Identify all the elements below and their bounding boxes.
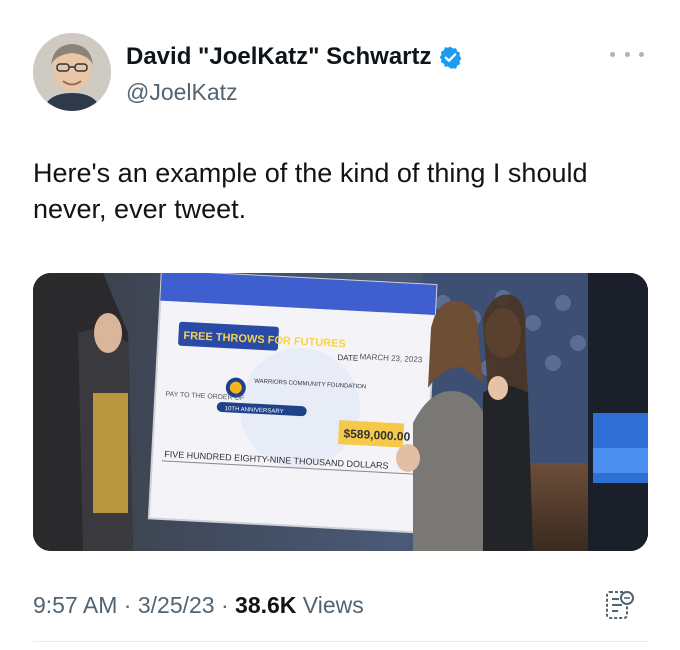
tweet-date[interactable]: 3/25/23: [138, 592, 215, 618]
verified-badge-icon: [438, 45, 463, 70]
more-dot: [610, 51, 615, 57]
meta-separator: ·: [117, 592, 138, 618]
check-date-label: DATE: [337, 353, 358, 363]
views-label: Views: [296, 592, 364, 618]
avatar-image: [33, 33, 111, 111]
tweet-text: Here's an example of the kind of thing I…: [33, 158, 588, 224]
meta-separator: ·: [214, 592, 236, 618]
tweet-media-photo[interactable]: FREE THROWS FOR FUTURES DATE MARCH 23, 2…: [33, 273, 648, 551]
more-dot: [639, 51, 644, 57]
divider: [33, 641, 648, 642]
check-presentation-photo: FREE THROWS FOR FUTURES DATE MARCH 23, 2…: [33, 273, 648, 551]
tweet-meta: 9:57 AM · 3/25/23 · 38.6K Views: [33, 592, 364, 619]
grok-icon[interactable]: [605, 589, 635, 621]
more-dot: [624, 51, 630, 57]
author-display-name[interactable]: David "JoelKatz" Schwartz: [126, 43, 432, 71]
avatar[interactable]: [33, 33, 111, 111]
tweet-time[interactable]: 9:57 AM: [33, 592, 117, 618]
views-count: 38.6K: [235, 592, 297, 618]
author-handle[interactable]: @JoelKatz: [126, 79, 238, 106]
author-name-row[interactable]: David "JoelKatz" Schwartz: [126, 43, 463, 71]
more-options-icon[interactable]: [610, 44, 644, 64]
